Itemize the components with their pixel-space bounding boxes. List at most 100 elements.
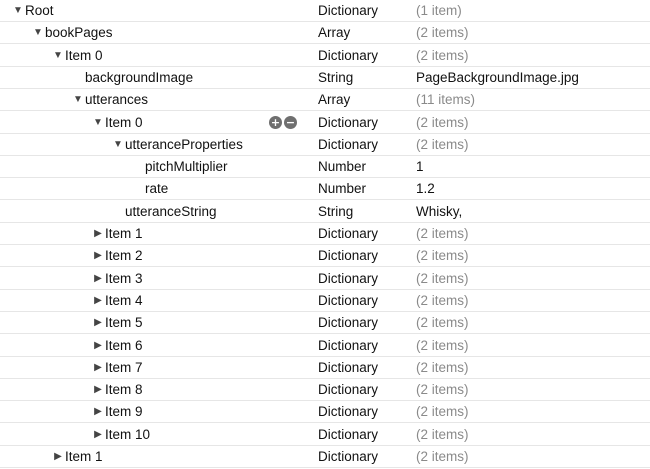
value-cell[interactable]: (2 items) [416,312,650,334]
disclosure-expanded-icon[interactable]: ▼ [12,0,24,22]
value-cell[interactable]: 1.2 [416,178,650,200]
plist-row-19[interactable]: ▶ Item 10 Dictionary (2 items) [0,424,650,446]
value-cell[interactable]: (2 items) [416,424,650,446]
value-cell[interactable]: Whisky, [416,201,650,223]
type-cell[interactable]: Dictionary [318,0,412,22]
key-cell[interactable]: ▶ Item 5 [0,312,300,334]
type-cell[interactable]: Number [318,178,412,200]
plist-row-6[interactable]: ▼ utteranceProperties Dictionary (2 item… [0,134,650,156]
disclosure-expanded-icon[interactable]: ▼ [52,45,64,67]
plist-row-15[interactable]: ▶ Item 6 Dictionary (2 items) [0,335,650,357]
disclosure-collapsed-icon[interactable]: ▶ [92,357,104,379]
type-cell[interactable]: Dictionary [318,401,412,423]
key-cell[interactable]: ▼ bookPages [0,22,300,44]
type-cell[interactable]: Dictionary [318,268,412,290]
type-cell[interactable]: Dictionary [318,312,412,334]
plist-row-13[interactable]: ▶ Item 4 Dictionary (2 items) [0,290,650,312]
type-cell[interactable]: Array [318,89,412,111]
disclosure-expanded-icon[interactable]: ▼ [72,89,84,111]
key-cell[interactable]: ▶ Item 1 [0,223,300,245]
key-cell[interactable]: ▼ Root [0,0,300,22]
key-cell[interactable]: backgroundImage [0,67,300,89]
disclosure-collapsed-icon[interactable]: ▶ [92,223,104,245]
plist-row-16[interactable]: ▶ Item 7 Dictionary (2 items) [0,357,650,379]
value-cell[interactable]: (2 items) [416,134,650,156]
disclosure-collapsed-icon[interactable]: ▶ [92,312,104,334]
plist-row-2[interactable]: ▼ Item 0 Dictionary (2 items) [0,45,650,67]
value-cell[interactable]: 1 [416,156,650,178]
key-cell[interactable]: ▶ Item 4 [0,290,300,312]
disclosure-collapsed-icon[interactable]: ▶ [92,268,104,290]
key-cell[interactable]: ▶ Item 8 [0,379,300,401]
plist-row-18[interactable]: ▶ Item 9 Dictionary (2 items) [0,401,650,424]
value-cell[interactable]: (11 items) [416,89,650,111]
plist-row-14[interactable]: ▶ Item 5 Dictionary (2 items) [0,312,650,335]
type-cell[interactable]: Dictionary [318,379,412,401]
value-cell[interactable]: (2 items) [416,223,650,245]
value-cell[interactable]: (2 items) [416,245,650,267]
type-cell[interactable]: Dictionary [318,223,412,245]
plist-row-4[interactable]: ▼ utterances Array (11 items) [0,89,650,112]
type-cell[interactable]: Dictionary [318,134,412,156]
value-cell[interactable]: (2 items) [416,357,650,379]
disclosure-collapsed-icon[interactable]: ▶ [92,401,104,423]
key-cell[interactable]: pitchMultiplier [0,156,300,178]
key-cell[interactable]: ▶ Item 10 [0,424,300,446]
disclosure-expanded-icon[interactable]: ▼ [32,22,44,44]
value-cell[interactable]: (2 items) [416,268,650,290]
disclosure-collapsed-icon[interactable]: ▶ [92,245,104,267]
type-cell[interactable]: String [318,67,412,89]
plist-row-8[interactable]: rate Number 1.2 [0,178,650,201]
plist-row-0[interactable]: ▼ Root Dictionary (1 item) [0,0,650,22]
type-cell[interactable]: Dictionary [318,335,412,357]
value-cell[interactable]: (2 items) [416,22,650,44]
value-cell[interactable]: (2 items) [416,446,650,468]
plist-row-17[interactable]: ▶ Item 8 Dictionary (2 items) [0,379,650,402]
type-cell[interactable]: Array [318,22,412,44]
disclosure-expanded-icon[interactable]: ▼ [92,112,104,134]
plist-row-7[interactable]: pitchMultiplier Number 1 [0,156,650,179]
key-cell[interactable]: ▼ Item 0 [0,112,300,134]
disclosure-collapsed-icon[interactable]: ▶ [92,424,104,446]
type-cell[interactable]: Number [318,156,412,178]
plus-circle-icon[interactable]: + [269,115,282,129]
key-cell[interactable]: ▼ utteranceProperties [0,134,300,156]
disclosure-collapsed-icon[interactable]: ▶ [92,290,104,312]
key-cell[interactable]: ▼ utterances [0,89,300,111]
value-cell[interactable]: (2 items) [416,379,650,401]
disclosure-collapsed-icon[interactable]: ▶ [92,335,104,357]
key-cell[interactable]: ▼ Item 0 [0,45,300,67]
disclosure-expanded-icon[interactable]: ▼ [112,134,124,156]
value-cell[interactable]: (2 items) [416,290,650,312]
disclosure-collapsed-icon[interactable]: ▶ [92,379,104,401]
value-cell[interactable]: PageBackgroundImage.jpg [416,67,650,89]
value-cell[interactable]: (2 items) [416,335,650,357]
type-cell[interactable]: Dictionary [318,357,412,379]
disclosure-collapsed-icon[interactable]: ▶ [52,446,64,468]
key-cell[interactable]: ▶ Item 3 [0,268,300,290]
value-cell[interactable]: (2 items) [416,401,650,423]
minus-circle-icon[interactable]: − [284,115,297,129]
value-cell[interactable]: (2 items) [416,112,650,134]
type-cell[interactable]: Dictionary [318,45,412,67]
type-cell[interactable]: String [318,201,412,223]
key-cell[interactable]: ▶ Item 6 [0,335,300,357]
plist-row-1[interactable]: ▼ bookPages Array (2 items) [0,22,650,45]
type-cell[interactable]: Dictionary [318,290,412,312]
plist-row-3[interactable]: backgroundImage String PageBackgroundIma… [0,67,650,89]
type-cell[interactable]: Dictionary [318,112,412,134]
plist-row-11[interactable]: ▶ Item 2 Dictionary (2 items) [0,245,650,268]
key-cell[interactable]: ▶ Item 2 [0,245,300,267]
value-cell[interactable]: (2 items) [416,45,650,67]
type-cell[interactable]: Dictionary [318,424,412,446]
plist-row-12[interactable]: ▶ Item 3 Dictionary (2 items) [0,268,650,290]
plist-row-20[interactable]: ▶ Item 1 Dictionary (2 items) [0,446,650,468]
plist-row-9[interactable]: utteranceString String Whisky, [0,201,650,223]
plist-row-5[interactable]: ▼ Item 0 Dictionary (2 items) + − [0,112,650,134]
key-cell[interactable]: utteranceString [0,201,300,223]
plist-row-10[interactable]: ▶ Item 1 Dictionary (2 items) [0,223,650,245]
key-cell[interactable]: ▶ Item 1 [0,446,300,468]
key-cell[interactable]: rate [0,178,300,200]
type-cell[interactable]: Dictionary [318,245,412,267]
type-cell[interactable]: Dictionary [318,446,412,468]
